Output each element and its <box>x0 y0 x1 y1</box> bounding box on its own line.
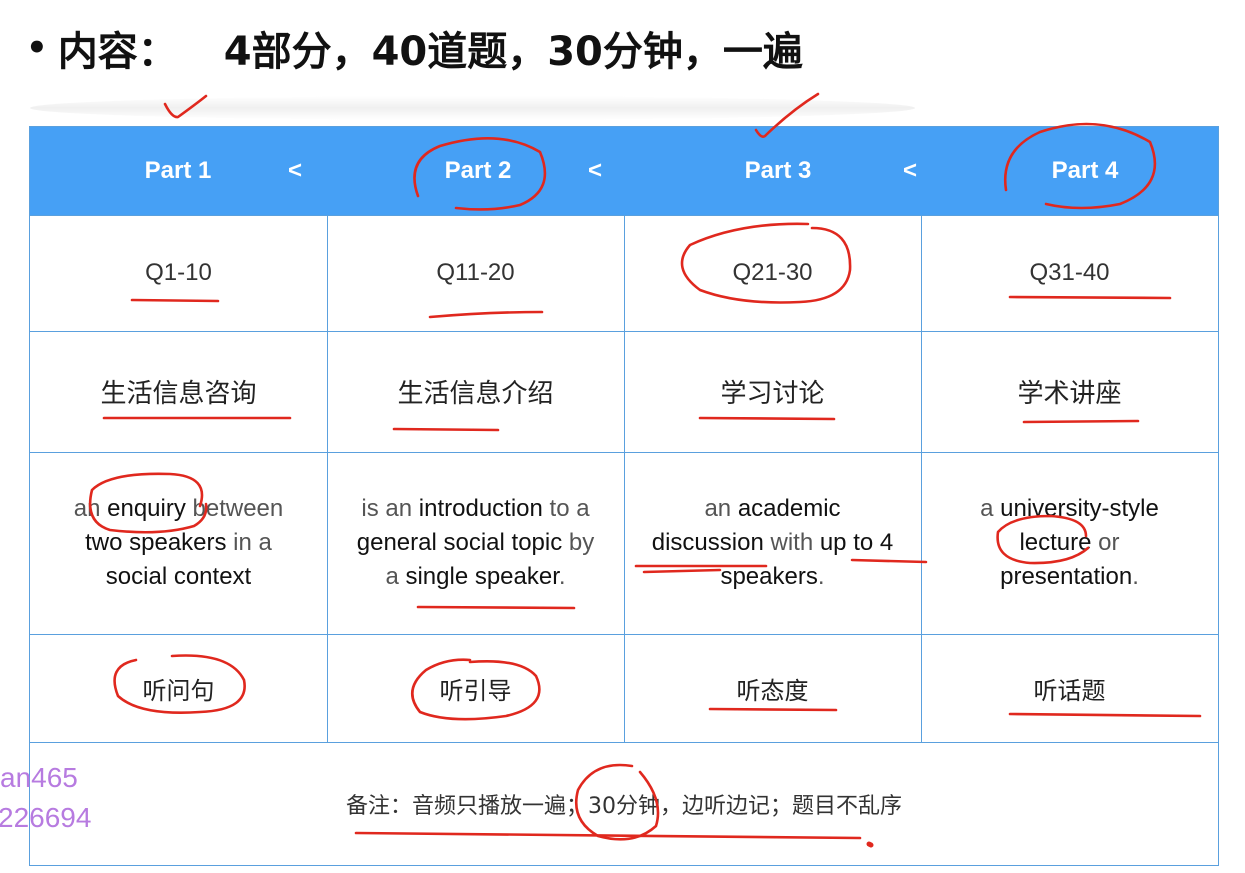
description-word: . <box>817 563 825 590</box>
description-text: a university-style lecture or presentation… <box>980 492 1159 594</box>
description-word: by <box>562 529 595 556</box>
description-word: an <box>704 495 738 522</box>
description-keyword: up to 4 <box>819 529 894 556</box>
description-keyword: lecture <box>1019 529 1092 556</box>
description-part-1: an enquiry between two speakers in a socia… <box>30 452 327 634</box>
focus-part-2: 听引导 <box>439 676 512 705</box>
description-keyword: social context <box>105 563 252 590</box>
question-range-part-1: Q1-10 <box>145 259 212 286</box>
page-heading: • 内容： 4部分，40道题，30分钟，一遍 <box>26 18 803 78</box>
header-part-1: Part 1 <box>144 157 212 184</box>
description-word: or <box>1091 529 1120 556</box>
description-keyword: academic <box>737 495 841 522</box>
description-word: between <box>185 495 284 522</box>
description-word: an <box>73 495 108 522</box>
description-word: is an <box>361 495 419 522</box>
header-part-4: Part 4 <box>1051 157 1119 184</box>
description-keyword: single speaker <box>405 563 559 590</box>
header-part-3: Part 3 <box>744 157 812 184</box>
watermark-line-1: an465 <box>0 762 78 793</box>
topic-part-2: 生活信息介绍 <box>397 379 554 409</box>
description-word: a <box>385 563 406 590</box>
description-word: to a <box>542 495 590 522</box>
heading-bullet: • <box>26 28 48 68</box>
listening-parts-table: Part 1 < Part 2 < Part 3 < Part 4 Q1-10 … <box>29 126 1219 866</box>
description-keyword: general social topic <box>356 529 563 556</box>
question-range-part-4: Q31-40 <box>1029 259 1110 286</box>
description-word: a <box>980 495 1001 522</box>
focus-part-1: 听问句 <box>142 676 215 705</box>
topic-part-3: 学习讨论 <box>720 379 825 409</box>
topic-part-1: 生活信息咨询 <box>100 379 257 409</box>
header-separator-2: < <box>588 157 603 184</box>
description-word: . <box>1132 563 1139 590</box>
description-keyword: discussion <box>651 529 764 556</box>
description-word: . <box>558 563 566 590</box>
description-keyword: two speakers <box>85 529 227 556</box>
description-text: an enquiry between two speakers in a socia… <box>74 492 284 594</box>
question-range-part-3: Q21-30 <box>732 259 813 286</box>
description-part-3: an academic discussion with up to 4 speake… <box>624 452 921 634</box>
header-part-2: Part 2 <box>444 157 512 184</box>
focus-part-4: 听话题 <box>1033 676 1106 705</box>
description-part-4: a university-style lecture or presentation… <box>921 452 1218 634</box>
description-word: in a <box>226 529 272 556</box>
watermark-line-2: 226694 <box>0 802 92 833</box>
description-keyword: enquiry <box>107 495 186 522</box>
table-header: Part 1 < Part 2 < Part 3 < Part 4 <box>30 127 1218 215</box>
description-keyword: speakers <box>720 563 818 590</box>
header-separator-3: < <box>903 157 918 184</box>
description-part-2: is an introduction to a general social to… <box>327 452 624 634</box>
heading-summary: 4部分，40道题，30分钟，一遍 <box>223 29 803 75</box>
note-row: 备注：音频只播放一遍；30分钟，边听边记；题目不乱序 <box>346 793 902 819</box>
description-text: is an introduction to a general social to… <box>357 492 594 594</box>
description-keyword: presentation <box>1000 563 1133 590</box>
heading-shadow <box>30 96 915 120</box>
header-separator-1: < <box>288 157 303 184</box>
topic-part-4: 学术讲座 <box>1017 379 1122 409</box>
description-keyword: university-style <box>1000 495 1159 522</box>
description-keyword: introduction <box>418 495 543 522</box>
description-word: with <box>763 529 820 556</box>
question-range-part-2: Q11-20 <box>436 259 515 286</box>
description-text: an academic discussion with up to 4 speake… <box>652 492 893 594</box>
focus-part-3: 听态度 <box>736 676 809 705</box>
heading-label: 内容： <box>57 29 178 75</box>
